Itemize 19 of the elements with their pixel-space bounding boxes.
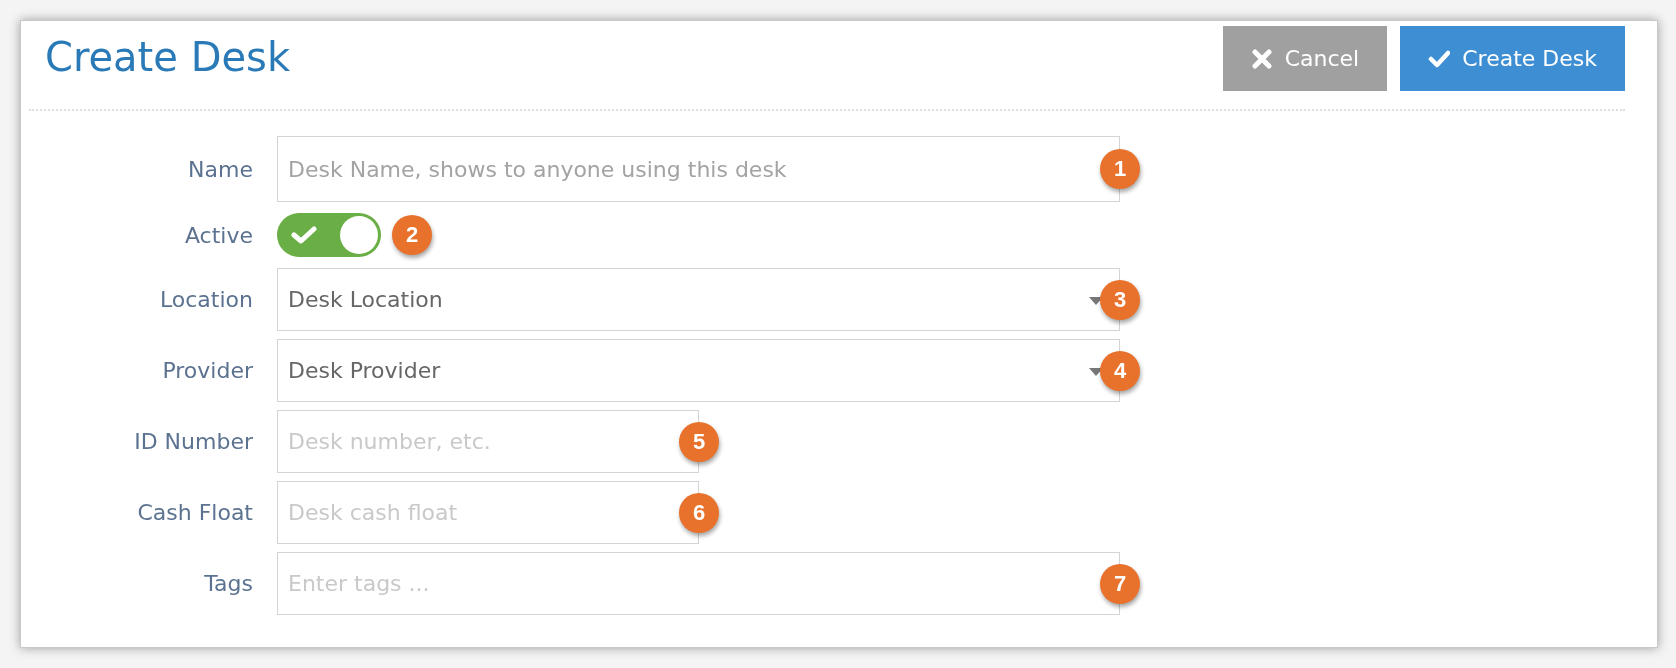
- toggle-switch[interactable]: [277, 213, 381, 257]
- step-badge: 5: [679, 421, 719, 462]
- create-button[interactable]: Create Desk: [1400, 26, 1625, 91]
- field-label: ID Number: [133, 429, 253, 454]
- field-label: Location: [158, 287, 253, 312]
- step-badge: 4: [1100, 350, 1140, 391]
- check-icon: [291, 225, 317, 245]
- step-badge: 1: [1100, 149, 1140, 189]
- field-label: Name: [187, 156, 253, 182]
- field-label: Provider: [161, 358, 253, 383]
- field-label: Tags: [203, 571, 253, 596]
- page-title: Create Desk: [45, 34, 291, 80]
- step-badge: 6: [679, 492, 719, 533]
- step-badge: 3: [1100, 279, 1140, 320]
- step-badge: 2: [392, 215, 432, 255]
- field-label: Active: [183, 222, 253, 248]
- field-label: Cash Float: [136, 500, 253, 525]
- close-icon: [1250, 47, 1273, 70]
- step-badge: 7: [1100, 563, 1140, 604]
